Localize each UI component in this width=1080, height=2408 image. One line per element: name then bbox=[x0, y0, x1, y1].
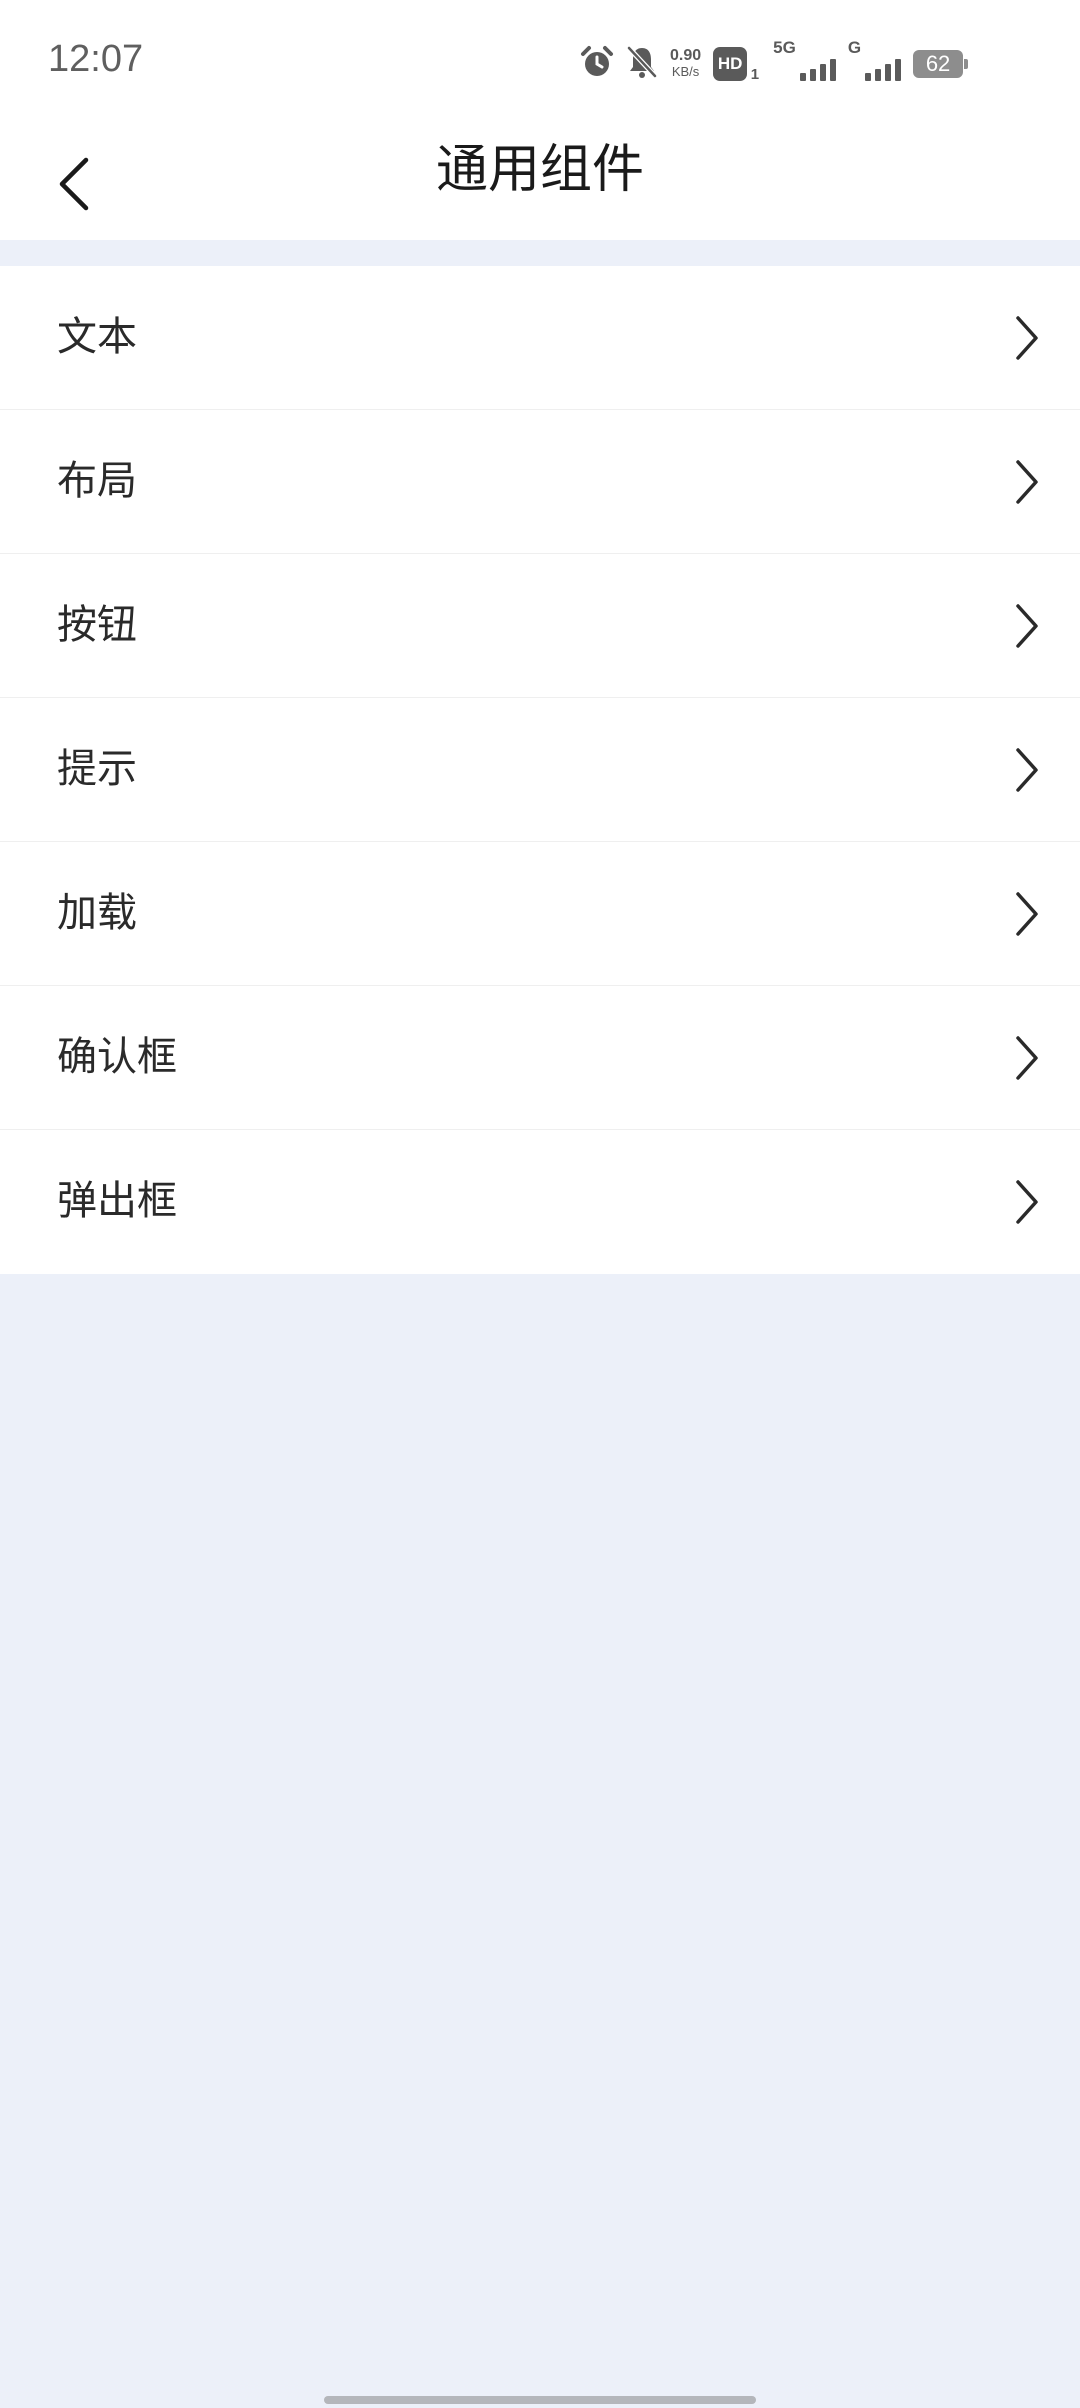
hd-label: HD bbox=[717, 54, 743, 73]
chevron-right-icon bbox=[1016, 316, 1038, 360]
alarm-icon bbox=[580, 45, 614, 83]
chevron-right-icon bbox=[1016, 1180, 1038, 1224]
menu-item-label: 弹出框 bbox=[57, 1178, 177, 1224]
menu-item-loading[interactable]: 加载 bbox=[0, 842, 1080, 986]
menu-item-popup[interactable]: 弹出框 bbox=[0, 1130, 1080, 1274]
signal-icon bbox=[799, 57, 836, 81]
signal-icon bbox=[865, 57, 902, 81]
chevron-right-icon bbox=[1016, 1036, 1038, 1080]
home-indicator[interactable] bbox=[324, 2396, 756, 2404]
bell-off-icon bbox=[626, 45, 658, 83]
menu-item-label: 加载 bbox=[57, 890, 137, 936]
status-bar: 12:07 0.90 KB/s HD 1 5G G 62 bbox=[0, 0, 1080, 128]
menu-item-label: 按钮 bbox=[57, 602, 137, 648]
menu-item-toast[interactable]: 提示 bbox=[0, 698, 1080, 842]
chevron-right-icon bbox=[1016, 892, 1038, 936]
back-button[interactable] bbox=[36, 146, 112, 222]
nav-bar: 通用组件 bbox=[0, 128, 1080, 240]
chevron-right-icon bbox=[1016, 604, 1038, 648]
net-speed-unit: KB/s bbox=[671, 64, 700, 79]
menu-item-confirm-dialog[interactable]: 确认框 bbox=[0, 986, 1080, 1130]
net-speed-value: 0.90 bbox=[670, 47, 702, 64]
net-speed: 0.90 KB/s bbox=[670, 48, 701, 80]
menu-item-label: 文本 bbox=[57, 314, 137, 360]
component-menu: 文本 布局 按钮 提示 加载 确认框 弹出框 bbox=[0, 266, 1080, 1274]
menu-item-button[interactable]: 按钮 bbox=[0, 554, 1080, 698]
status-time: 12:07 bbox=[48, 38, 144, 80]
net-5g-label: 5G bbox=[773, 38, 796, 57]
status-icons: 0.90 KB/s HD 1 5G G 62 bbox=[580, 38, 969, 88]
chevron-left-icon bbox=[59, 157, 89, 211]
hd-sub: 1 bbox=[750, 66, 760, 83]
chevron-right-icon bbox=[1016, 748, 1038, 792]
menu-item-text[interactable]: 文本 bbox=[0, 266, 1080, 410]
menu-item-label: 提示 bbox=[57, 746, 137, 792]
menu-item-label: 确认框 bbox=[57, 1034, 177, 1080]
hd-badge: HD 1 bbox=[713, 47, 759, 83]
page-title: 通用组件 bbox=[435, 140, 644, 200]
net-g-label: G bbox=[847, 38, 862, 57]
battery-level: 62 bbox=[925, 51, 951, 76]
menu-item-layout[interactable]: 布局 bbox=[0, 410, 1080, 554]
battery-icon: 62 bbox=[913, 50, 969, 78]
menu-item-label: 布局 bbox=[57, 458, 137, 504]
chevron-right-icon bbox=[1016, 460, 1038, 504]
